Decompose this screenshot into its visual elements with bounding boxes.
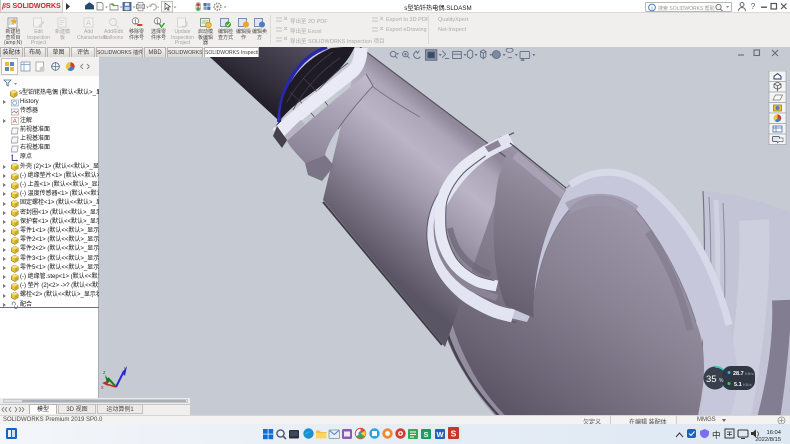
svg-text:A: A: [86, 20, 91, 27]
svg-text:KB/s: KB/s: [745, 371, 753, 376]
svg-text:1: 1: [134, 19, 137, 25]
svg-text:中: 中: [712, 430, 721, 440]
svg-text:%: %: [719, 378, 724, 384]
svg-text:16:04: 16:04: [766, 430, 781, 436]
svg-text:W: W: [436, 430, 444, 439]
svg-text:1: 1: [156, 19, 159, 25]
svg-text:5.1: 5.1: [734, 382, 742, 388]
svg-text:28.7: 28.7: [733, 371, 744, 377]
svg-text:S: S: [423, 430, 428, 439]
svg-text:KB/s: KB/s: [743, 382, 751, 387]
svg-text:S: S: [451, 429, 457, 439]
svg-text:35: 35: [706, 374, 717, 385]
svg-text:?: ?: [751, 2, 756, 11]
svg-text:2022/8/15: 2022/8/15: [755, 437, 781, 443]
svg-text:i: i: [651, 6, 652, 12]
svg-text:A: A: [13, 119, 17, 125]
